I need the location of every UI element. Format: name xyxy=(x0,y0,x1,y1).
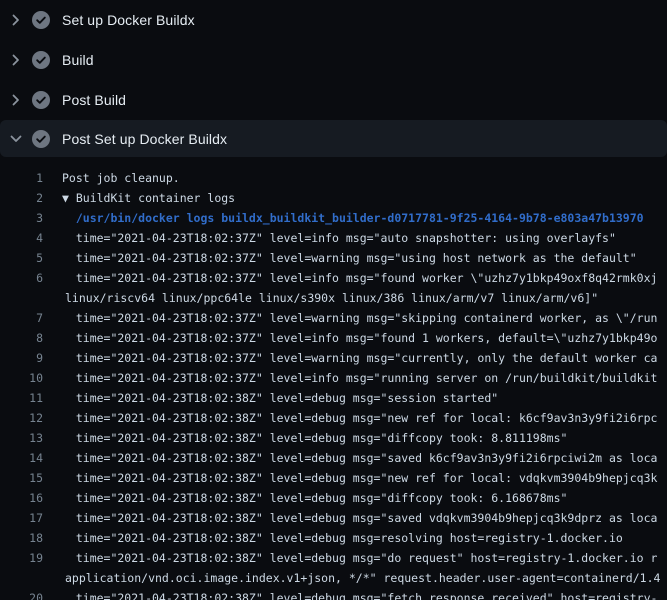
log-line: 3 /usr/bin/docker logs buildx_buildkit_b… xyxy=(0,208,667,228)
chevron-right-icon xyxy=(8,52,24,68)
check-circle-icon xyxy=(32,130,50,148)
log-line: 12 time="2021-04-23T18:02:38Z" level=deb… xyxy=(0,408,667,428)
log-line-text: Post job cleanup. xyxy=(43,168,667,188)
log-line-text: time="2021-04-23T18:02:37Z" level=info m… xyxy=(43,328,667,348)
log-line: 8 time="2021-04-23T18:02:37Z" level=info… xyxy=(0,328,667,348)
log-line: 17 time="2021-04-23T18:02:38Z" level=deb… xyxy=(0,508,667,528)
log-line-number[interactable]: 11 xyxy=(0,388,43,408)
log-line: 4 time="2021-04-23T18:02:37Z" level=info… xyxy=(0,228,667,248)
log-line-number[interactable]: 14 xyxy=(0,448,43,468)
log-line: 9 time="2021-04-23T18:02:37Z" level=warn… xyxy=(0,348,667,368)
log-line-number[interactable]: 7 xyxy=(0,308,43,328)
log-line-text: time="2021-04-23T18:02:38Z" level=debug … xyxy=(43,388,667,408)
step-title: Post Set up Docker Buildx xyxy=(62,131,227,147)
log-line: 20 time="2021-04-23T18:02:38Z" level=deb… xyxy=(0,588,667,600)
log-line-text: time="2021-04-23T18:02:38Z" level=debug … xyxy=(43,528,667,548)
log-line-number xyxy=(0,568,43,588)
log-line: 5 time="2021-04-23T18:02:37Z" level=warn… xyxy=(0,248,667,268)
log-line: 18 time="2021-04-23T18:02:38Z" level=deb… xyxy=(0,528,667,548)
log-line: 13 time="2021-04-23T18:02:38Z" level=deb… xyxy=(0,428,667,448)
log-line: 1Post job cleanup. xyxy=(0,168,667,188)
check-circle-icon xyxy=(32,51,50,69)
log-line: 7 time="2021-04-23T18:02:37Z" level=warn… xyxy=(0,308,667,328)
log-line-number[interactable]: 3 xyxy=(0,208,43,228)
log-command-text: /usr/bin/docker logs buildx_buildkit_bui… xyxy=(43,208,667,228)
log-line-number[interactable]: 13 xyxy=(0,428,43,448)
log-line-number[interactable]: 17 xyxy=(0,508,43,528)
log-line-text: time="2021-04-23T18:02:38Z" level=debug … xyxy=(43,468,667,488)
actions-log-viewer: Set up Docker Buildx Build Post Build Post … xyxy=(0,0,667,600)
log-line: 11 time="2021-04-23T18:02:38Z" level=deb… xyxy=(0,388,667,408)
step-title: Set up Docker Buildx xyxy=(62,12,195,28)
log-line-text: time="2021-04-23T18:02:38Z" level=debug … xyxy=(43,448,667,468)
step-row-post-build[interactable]: Post Build xyxy=(0,80,667,120)
step-row-post-set-up-docker-buildx[interactable]: Post Set up Docker Buildx xyxy=(0,120,667,157)
chevron-down-icon xyxy=(8,131,24,147)
step-row-build[interactable]: Build xyxy=(0,40,667,80)
log-line-text: time="2021-04-23T18:02:38Z" level=debug … xyxy=(43,428,667,448)
log-line-number[interactable]: 16 xyxy=(0,488,43,508)
log-line: linux/riscv64 linux/ppc64le linux/s390x … xyxy=(0,288,667,308)
chevron-right-icon xyxy=(8,12,24,28)
log-group-toggle[interactable]: ▼ BuildKit container logs xyxy=(43,188,667,208)
log-line-number[interactable]: 9 xyxy=(0,348,43,368)
log-line-number[interactable]: 20 xyxy=(0,588,43,600)
log-line-number[interactable]: 10 xyxy=(0,368,43,388)
log-line: 14 time="2021-04-23T18:02:38Z" level=deb… xyxy=(0,448,667,468)
log-line-number[interactable]: 6 xyxy=(0,268,43,288)
log-line-text: time="2021-04-23T18:02:37Z" level=info m… xyxy=(43,268,667,288)
log-line-number[interactable]: 5 xyxy=(0,248,43,268)
log-line-number[interactable]: 19 xyxy=(0,548,43,568)
log-line: application/vnd.oci.image.index.v1+json,… xyxy=(0,568,667,588)
log-line-text: time="2021-04-23T18:02:38Z" level=debug … xyxy=(43,488,667,508)
log-line-number[interactable]: 12 xyxy=(0,408,43,428)
log-output: 1Post job cleanup.2▼ BuildKit container … xyxy=(0,157,667,600)
log-line-number[interactable]: 2 xyxy=(0,188,43,208)
chevron-right-icon xyxy=(8,92,24,108)
check-circle-icon xyxy=(32,91,50,109)
log-line: 2▼ BuildKit container logs xyxy=(0,188,667,208)
step-list: Set up Docker Buildx Build Post Build Post … xyxy=(0,0,667,157)
log-line-text: time="2021-04-23T18:02:38Z" level=debug … xyxy=(43,588,667,600)
step-title: Post Build xyxy=(62,92,126,108)
log-line-number[interactable]: 8 xyxy=(0,328,43,348)
log-line-number[interactable]: 1 xyxy=(0,168,43,188)
step-title: Build xyxy=(62,52,94,68)
log-line-text: application/vnd.oci.image.index.v1+json,… xyxy=(43,568,667,588)
log-line-text: time="2021-04-23T18:02:37Z" level=warnin… xyxy=(43,348,667,368)
check-circle-icon xyxy=(32,11,50,29)
log-line-number[interactable]: 18 xyxy=(0,528,43,548)
log-line-number xyxy=(0,288,43,308)
log-line: 10 time="2021-04-23T18:02:37Z" level=inf… xyxy=(0,368,667,388)
log-line-text: time="2021-04-23T18:02:37Z" level=warnin… xyxy=(43,248,667,268)
log-line: 15 time="2021-04-23T18:02:38Z" level=deb… xyxy=(0,468,667,488)
log-line-text: time="2021-04-23T18:02:37Z" level=info m… xyxy=(43,368,667,388)
log-line-text: time="2021-04-23T18:02:38Z" level=debug … xyxy=(43,508,667,528)
log-line-text: time="2021-04-23T18:02:38Z" level=debug … xyxy=(43,408,667,428)
log-line-text: time="2021-04-23T18:02:38Z" level=debug … xyxy=(43,548,667,568)
log-line: 16 time="2021-04-23T18:02:38Z" level=deb… xyxy=(0,488,667,508)
log-line: 6 time="2021-04-23T18:02:37Z" level=info… xyxy=(0,268,667,288)
log-line-number[interactable]: 4 xyxy=(0,228,43,248)
log-line: 19 time="2021-04-23T18:02:38Z" level=deb… xyxy=(0,548,667,568)
log-line-text: linux/riscv64 linux/ppc64le linux/s390x … xyxy=(43,288,667,308)
log-line-number[interactable]: 15 xyxy=(0,468,43,488)
log-line-text: time="2021-04-23T18:02:37Z" level=warnin… xyxy=(43,308,667,328)
log-line-text: time="2021-04-23T18:02:37Z" level=info m… xyxy=(43,228,667,248)
step-row-set-up-docker-buildx[interactable]: Set up Docker Buildx xyxy=(0,0,667,40)
